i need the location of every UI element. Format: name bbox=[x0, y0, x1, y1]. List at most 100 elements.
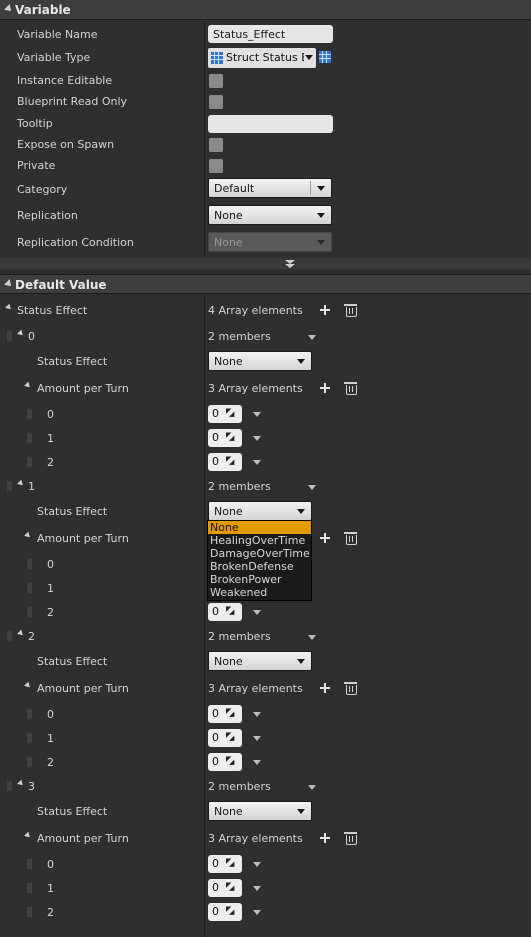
default-value-section-title: Default Value bbox=[15, 278, 107, 292]
category-label: Category bbox=[17, 183, 68, 196]
amount-value-input[interactable]: 0 bbox=[208, 879, 242, 897]
status-effect-dropdown[interactable]: None bbox=[208, 501, 312, 521]
add-element-icon[interactable] bbox=[320, 833, 330, 843]
variable-type-value: Struct Status E bbox=[226, 51, 304, 64]
element-options-arrow-icon[interactable] bbox=[308, 485, 316, 490]
drag-handle-icon[interactable] bbox=[7, 481, 12, 491]
replication-label: Replication bbox=[17, 209, 78, 222]
drag-handle-icon[interactable] bbox=[27, 733, 32, 743]
expand-arrow-icon[interactable] bbox=[24, 681, 32, 690]
blueprint-read-only-checkbox[interactable] bbox=[209, 95, 223, 109]
element-options-arrow-icon[interactable] bbox=[308, 335, 316, 340]
amount-value-input[interactable]: 0 bbox=[208, 429, 242, 447]
container-type-icon[interactable] bbox=[319, 51, 331, 63]
amount-value-input[interactable]: 0 bbox=[208, 903, 242, 921]
status-effect-dropdown-list[interactable]: None HealingOverTime DamageOverTime Brok… bbox=[207, 520, 312, 601]
element-options-arrow-icon[interactable] bbox=[253, 886, 261, 891]
dropdown-option-broken-power[interactable]: BrokenPower bbox=[208, 573, 311, 586]
add-element-icon[interactable] bbox=[320, 305, 330, 315]
drag-handle-icon[interactable] bbox=[27, 757, 32, 767]
element-options-arrow-icon[interactable] bbox=[308, 635, 316, 640]
expose-on-spawn-checkbox[interactable] bbox=[209, 138, 223, 152]
instance-editable-checkbox[interactable] bbox=[209, 74, 223, 88]
expand-arrow-icon[interactable] bbox=[24, 381, 32, 390]
expand-arrow-icon[interactable] bbox=[17, 629, 25, 638]
resize-arrows-icon bbox=[226, 858, 236, 869]
expand-arrow-icon[interactable] bbox=[17, 479, 25, 488]
element-options-arrow-icon[interactable] bbox=[253, 610, 261, 615]
expand-arrow-icon[interactable] bbox=[24, 531, 32, 540]
default-value-section-header[interactable]: Default Value bbox=[0, 274, 531, 294]
drag-handle-icon[interactable] bbox=[27, 457, 32, 467]
amount-index: 0 bbox=[47, 558, 54, 571]
dropdown-option-healing-over-time[interactable]: HealingOverTime bbox=[208, 534, 311, 547]
delete-all-icon[interactable] bbox=[344, 682, 357, 695]
replication-dropdown[interactable]: None bbox=[208, 205, 332, 225]
amount-value-input[interactable]: 0 bbox=[208, 729, 242, 747]
element-options-arrow-icon[interactable] bbox=[253, 460, 261, 465]
column-divider[interactable] bbox=[204, 22, 205, 256]
amount-index: 2 bbox=[47, 456, 54, 469]
drag-handle-icon[interactable] bbox=[27, 409, 32, 419]
tooltip-input[interactable] bbox=[208, 115, 333, 133]
amount-value-input[interactable]: 0 bbox=[208, 453, 242, 471]
element-options-arrow-icon[interactable] bbox=[308, 785, 316, 790]
element-options-arrow-icon[interactable] bbox=[253, 736, 261, 741]
drag-handle-icon[interactable] bbox=[27, 607, 32, 617]
column-divider[interactable] bbox=[204, 296, 205, 937]
status-effect-label: Status Effect bbox=[37, 655, 108, 668]
drag-handle-icon[interactable] bbox=[7, 631, 12, 641]
replication-condition-dropdown[interactable]: None bbox=[208, 232, 332, 252]
struct-icon bbox=[211, 52, 223, 64]
delete-all-icon[interactable] bbox=[344, 532, 357, 545]
amount-value-input[interactable]: 0 bbox=[208, 855, 242, 873]
expand-arrow-icon[interactable] bbox=[17, 779, 25, 788]
drag-handle-icon[interactable] bbox=[27, 433, 32, 443]
add-element-icon[interactable] bbox=[320, 383, 330, 393]
expand-arrow-icon[interactable] bbox=[17, 329, 25, 338]
status-effect-dropdown[interactable]: None bbox=[208, 801, 312, 821]
element-options-arrow-icon[interactable] bbox=[253, 862, 261, 867]
dropdown-option-none[interactable]: None bbox=[208, 521, 311, 534]
category-combobox[interactable]: Default bbox=[208, 178, 332, 198]
delete-all-icon[interactable] bbox=[344, 832, 357, 845]
add-element-icon[interactable] bbox=[320, 683, 330, 693]
element-options-arrow-icon[interactable] bbox=[253, 910, 261, 915]
amount-value-input[interactable]: 0 bbox=[208, 603, 242, 621]
dropdown-option-broken-defense[interactable]: BrokenDefense bbox=[208, 560, 311, 573]
expand-arrow-icon[interactable] bbox=[5, 303, 13, 312]
drag-handle-icon[interactable] bbox=[7, 781, 12, 791]
drag-handle-icon[interactable] bbox=[27, 883, 32, 893]
private-checkbox[interactable] bbox=[209, 159, 223, 173]
amount-value-input[interactable]: 0 bbox=[208, 705, 242, 723]
status-effect-label: Status Effect bbox=[37, 355, 108, 368]
status-effect-dropdown[interactable]: None bbox=[208, 351, 312, 371]
variable-type-dropdown[interactable]: Struct Status E bbox=[208, 48, 316, 68]
variable-section-header[interactable]: Variable bbox=[0, 0, 531, 20]
dropdown-option-damage-over-time[interactable]: DamageOverTime bbox=[208, 547, 311, 560]
amount-value-input[interactable]: 0 bbox=[208, 753, 242, 771]
drag-handle-icon[interactable] bbox=[27, 583, 32, 593]
delete-all-icon[interactable] bbox=[344, 382, 357, 395]
advanced-expand-bar[interactable] bbox=[0, 258, 531, 269]
expand-advanced-icon bbox=[285, 264, 295, 268]
dropdown-option-weakened[interactable]: Weakened bbox=[208, 586, 311, 599]
drag-handle-icon[interactable] bbox=[27, 559, 32, 569]
element-options-arrow-icon[interactable] bbox=[253, 436, 261, 441]
drag-handle-icon[interactable] bbox=[27, 859, 32, 869]
element-options-arrow-icon[interactable] bbox=[253, 412, 261, 417]
resize-arrows-icon bbox=[226, 456, 236, 467]
add-element-icon[interactable] bbox=[320, 533, 330, 543]
resize-arrows-icon bbox=[226, 882, 236, 893]
element-options-arrow-icon[interactable] bbox=[253, 760, 261, 765]
replication-value: None bbox=[214, 209, 243, 222]
status-effect-dropdown[interactable]: None bbox=[208, 651, 312, 671]
delete-all-icon[interactable] bbox=[344, 304, 357, 317]
expand-arrow-icon[interactable] bbox=[24, 831, 32, 840]
drag-handle-icon[interactable] bbox=[7, 331, 12, 341]
amount-value-input[interactable]: 0 bbox=[208, 405, 242, 423]
variable-name-input[interactable]: Status_Effect bbox=[208, 25, 333, 43]
drag-handle-icon[interactable] bbox=[27, 907, 32, 917]
drag-handle-icon[interactable] bbox=[27, 709, 32, 719]
element-options-arrow-icon[interactable] bbox=[253, 712, 261, 717]
